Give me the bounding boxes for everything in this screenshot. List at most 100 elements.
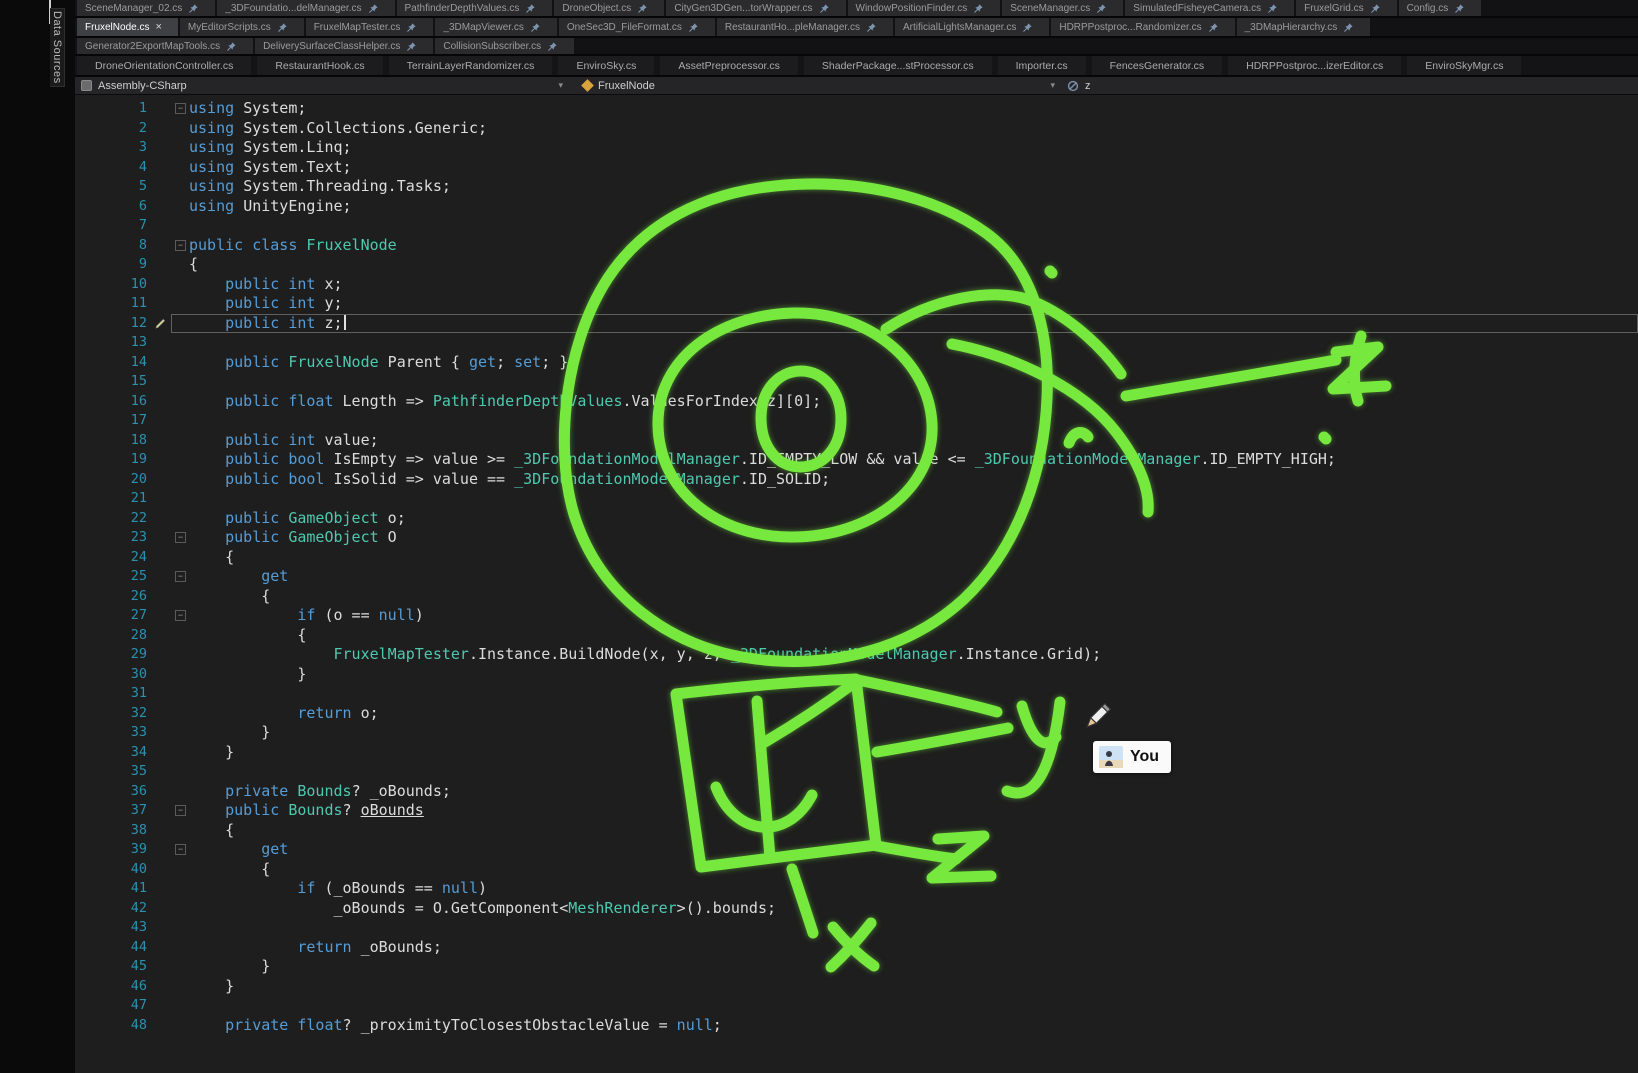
code-line-31[interactable]: 31 — [75, 684, 1638, 704]
code-line-33[interactable]: 33 } — [75, 723, 1638, 743]
tab-scenemanager-cs[interactable]: SceneManager.cs — [1002, 0, 1123, 16]
line-number[interactable]: 24 — [75, 548, 155, 568]
tab-importer-cs[interactable]: Importer.cs — [998, 56, 1086, 75]
tab-deliverysurfaceclasshelper-cs[interactable]: DeliverySurfaceClassHelper.cs — [255, 38, 433, 54]
code-line-37[interactable]: 37− public Bounds? oBounds — [75, 801, 1638, 821]
line-number[interactable]: 26 — [75, 587, 155, 607]
line-number[interactable]: 12 — [75, 314, 155, 334]
pin-icon[interactable] — [226, 41, 237, 52]
code-line-29[interactable]: 29 FruxelMapTester.Instance.BuildNode(x,… — [75, 645, 1638, 665]
tab-3dmapviewer-cs[interactable]: _3DMapViewer.cs — [435, 18, 556, 36]
line-number[interactable]: 19 — [75, 450, 155, 470]
tab-collisionsubscriber-cs[interactable]: CollisionSubscriber.cs — [435, 38, 574, 54]
code-line-19[interactable]: 19 public bool IsEmpty => value >= _3DFo… — [75, 450, 1638, 470]
pin-icon[interactable] — [637, 3, 648, 14]
code-line-48[interactable]: 48 private float? _proximityToClosestObs… — [75, 1016, 1638, 1036]
code-line-41[interactable]: 41 if (_oBounds == null) — [75, 879, 1638, 899]
line-number[interactable]: 3 — [75, 138, 155, 158]
tab-hdrppostproc-randomizer-cs[interactable]: HDRPPostproc...Randomizer.cs — [1051, 18, 1234, 36]
line-number[interactable]: 27 — [75, 606, 155, 626]
line-number[interactable]: 11 — [75, 294, 155, 314]
fold-marker[interactable]: − — [175, 610, 186, 621]
chevron-down-icon[interactable]: ▾ — [1050, 80, 1055, 91]
pin-icon[interactable] — [1267, 3, 1278, 14]
pin-icon[interactable] — [973, 3, 984, 14]
line-number[interactable]: 8 — [75, 236, 155, 256]
line-number[interactable]: 45 — [75, 957, 155, 977]
code-line-24[interactable]: 24 { — [75, 548, 1638, 568]
code-line-14[interactable]: 14 public FruxelNode Parent { get; set; … — [75, 353, 1638, 373]
line-number[interactable]: 20 — [75, 470, 155, 490]
code-line-32[interactable]: 32 return o; — [75, 704, 1638, 724]
line-number[interactable]: 25 — [75, 567, 155, 587]
member-dropdown[interactable]: z — [1061, 77, 1638, 94]
pin-icon[interactable] — [1343, 22, 1354, 33]
line-number[interactable]: 48 — [75, 1016, 155, 1036]
tab-enviroskymgr-cs[interactable]: EnviroSkyMgr.cs — [1407, 56, 1521, 75]
tab-onesec3d-fileformat-cs[interactable]: OneSec3D_FileFormat.cs — [559, 18, 715, 36]
code-line-10[interactable]: 10 public int x; — [75, 275, 1638, 295]
code-line-15[interactable]: 15 — [75, 372, 1638, 392]
code-line-28[interactable]: 28 { — [75, 626, 1638, 646]
pin-icon[interactable] — [1454, 3, 1465, 14]
tab-windowpositionfinder-cs[interactable]: WindowPositionFinder.cs — [848, 0, 1001, 16]
line-number[interactable]: 18 — [75, 431, 155, 451]
code-line-11[interactable]: 11 public int y; — [75, 294, 1638, 314]
line-number[interactable]: 22 — [75, 509, 155, 529]
code-line-40[interactable]: 40 { — [75, 860, 1638, 880]
code-line-36[interactable]: 36 private Bounds? _oBounds; — [75, 782, 1638, 802]
code-line-7[interactable]: 7 — [75, 216, 1638, 236]
pin-icon[interactable] — [406, 22, 417, 33]
line-number[interactable]: 39 — [75, 840, 155, 860]
tab-fruxelmaptester-cs[interactable]: FruxelMapTester.cs — [306, 18, 434, 36]
code-line-6[interactable]: 6using UnityEngine; — [75, 197, 1638, 217]
tab-restaurantho-plemanager-cs[interactable]: RestaurantHo...pleManager.cs — [717, 18, 893, 36]
line-number[interactable]: 46 — [75, 977, 155, 997]
code-line-21[interactable]: 21 — [75, 489, 1638, 509]
line-number[interactable]: 38 — [75, 821, 155, 841]
pin-icon[interactable] — [406, 41, 417, 52]
code-line-2[interactable]: 2using System.Collections.Generic; — [75, 119, 1638, 139]
line-number[interactable]: 4 — [75, 158, 155, 178]
line-number[interactable]: 41 — [75, 879, 155, 899]
code-line-35[interactable]: 35 — [75, 762, 1638, 782]
pin-icon[interactable] — [819, 3, 830, 14]
line-number[interactable]: 44 — [75, 938, 155, 958]
pin-icon[interactable] — [368, 3, 379, 14]
code-line-44[interactable]: 44 return _oBounds; — [75, 938, 1638, 958]
pin-icon[interactable] — [277, 22, 288, 33]
tab-droneobject-cs[interactable]: DroneObject.cs — [554, 0, 664, 16]
line-number[interactable]: 23 — [75, 528, 155, 548]
line-number[interactable]: 37 — [75, 801, 155, 821]
code-line-47[interactable]: 47 — [75, 996, 1638, 1016]
code-line-42[interactable]: 42 _oBounds = O.GetComponent<MeshRendere… — [75, 899, 1638, 919]
line-number[interactable]: 33 — [75, 723, 155, 743]
tab-citygen3dgen-torwrapper-cs[interactable]: CityGen3DGen...torWrapper.cs — [666, 0, 845, 16]
code-line-23[interactable]: 23− public GameObject O — [75, 528, 1638, 548]
code-line-9[interactable]: 9{ — [75, 255, 1638, 275]
tab-restauranthook-cs[interactable]: RestaurantHook.cs — [257, 56, 382, 75]
code-line-17[interactable]: 17 — [75, 411, 1638, 431]
line-number[interactable]: 13 — [75, 333, 155, 353]
code-line-16[interactable]: 16 public float Length => PathfinderDept… — [75, 392, 1638, 412]
tab-pathfinderdepthvalues-cs[interactable]: PathfinderDepthValues.cs — [397, 0, 553, 16]
code-line-22[interactable]: 22 public GameObject o; — [75, 509, 1638, 529]
code-line-1[interactable]: 1−using System; — [75, 99, 1638, 119]
code-line-4[interactable]: 4using System.Text; — [75, 158, 1638, 178]
code-line-45[interactable]: 45 } — [75, 957, 1638, 977]
code-line-34[interactable]: 34 } — [75, 743, 1638, 763]
tab-envirosky-cs[interactable]: EnviroSky.cs — [558, 56, 654, 75]
line-number[interactable]: 29 — [75, 645, 155, 665]
code-line-5[interactable]: 5using System.Threading.Tasks; — [75, 177, 1638, 197]
line-number[interactable]: 28 — [75, 626, 155, 646]
pin-icon[interactable] — [530, 22, 541, 33]
line-number[interactable]: 35 — [75, 762, 155, 782]
code-line-26[interactable]: 26 { — [75, 587, 1638, 607]
sidebar-tab-data-sources[interactable]: Data Sources — [50, 8, 65, 87]
code-line-43[interactable]: 43 — [75, 918, 1638, 938]
line-number[interactable]: 10 — [75, 275, 155, 295]
project-dropdown[interactable]: Assembly-CSharp ▾ — [75, 77, 569, 94]
code-area[interactable]: 1−using System;2using System.Collections… — [75, 95, 1638, 1073]
tab-generator2exportmaptools-cs[interactable]: Generator2ExportMapTools.cs — [77, 38, 253, 54]
line-number[interactable]: 40 — [75, 860, 155, 880]
